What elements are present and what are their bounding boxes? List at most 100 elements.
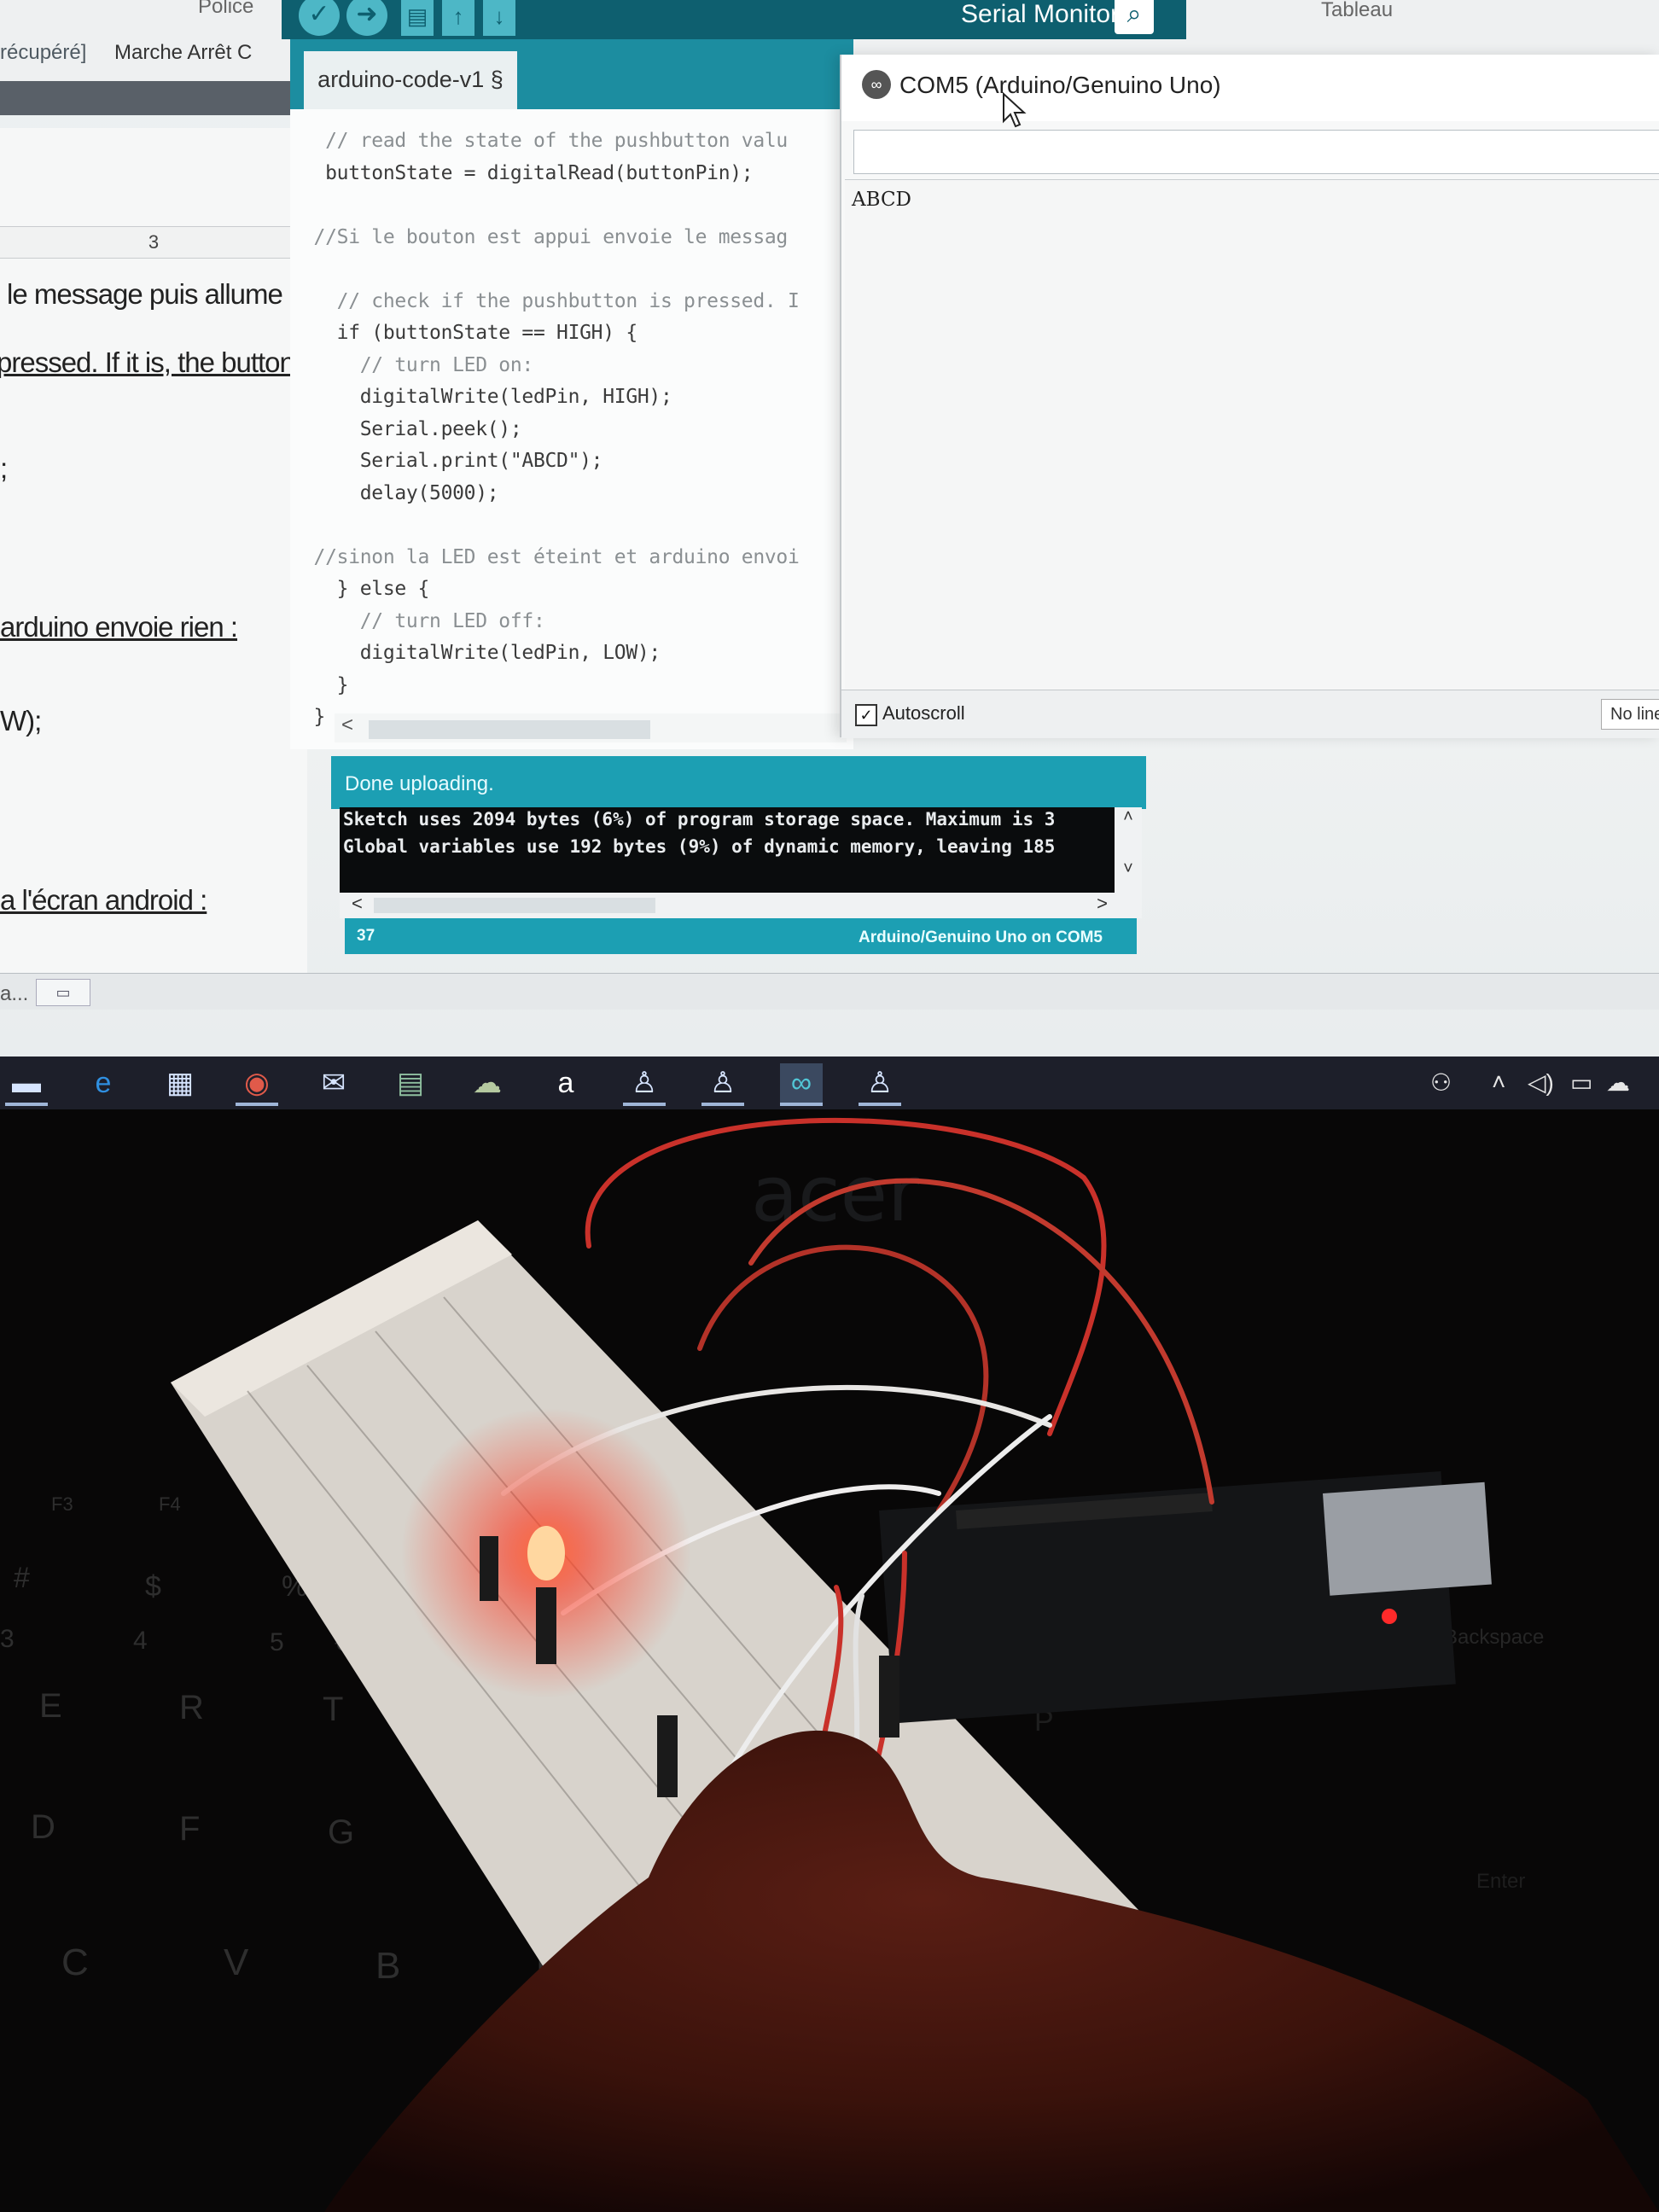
scroll-up-icon[interactable]: ˄ [1115, 807, 1142, 827]
svg-text:V: V [224, 1941, 249, 1983]
code-line: // turn LED on: [302, 353, 534, 376]
people-icon[interactable]: ⚇ [1430, 1068, 1452, 1097]
word-tab-marche-arret[interactable]: Marche Arrêt C [114, 41, 252, 65]
console-line: Sketch uses 2094 bytes (6%) of program s… [343, 809, 1056, 830]
console-horizontal-scrollbar[interactable]: < > [340, 893, 1142, 918]
tux-blue-icon[interactable]: ♙ [859, 1063, 901, 1106]
edge-icon[interactable]: e [82, 1063, 125, 1103]
autoscroll-checkbox[interactable]: ✓ [855, 704, 877, 726]
scroll-left-icon[interactable]: < [352, 893, 363, 915]
serial-output-area: ABCD [845, 179, 1659, 689]
sketch-tab[interactable]: arduino-code-v1 § [304, 51, 517, 109]
read-mode-icon[interactable]: ▭ [36, 979, 90, 1006]
doc-line: pressed. If it is, the button [0, 346, 295, 378]
svg-text:5: 5 [270, 1628, 284, 1656]
word-status-bar: a... ▭ [0, 973, 1659, 1010]
code-line: delay(5000); [302, 481, 499, 504]
code-line: if (buttonState == HIGH) { [302, 322, 638, 344]
code-line: } [302, 706, 326, 728]
svg-text:Backspace: Backspace [1444, 1626, 1544, 1649]
serial-send-input[interactable] [853, 130, 1659, 174]
amazon-icon[interactable]: a [544, 1063, 587, 1103]
svg-text:3: 3 [0, 1625, 15, 1653]
line-number: 37 [357, 927, 375, 945]
mouse-pointer-icon [1003, 92, 1027, 128]
code-line: //Si le bouton est appui envoie le messa… [302, 225, 789, 248]
file-explorer-icon[interactable]: ▬ [5, 1063, 48, 1106]
scroll-thumb[interactable] [369, 720, 650, 739]
laptop-screen: Police Tableau récupéré] Marche Arrêt C … [0, 0, 1659, 1109]
scroll-down-icon[interactable]: ˅ [1115, 859, 1142, 879]
serial-monitor-footer: ✓ Autoscroll No line [841, 690, 1659, 738]
onenote-icon[interactable]: ▤ [389, 1063, 432, 1103]
svg-text:C: C [61, 1941, 89, 1983]
ide-footer: 37 Arduino/Genuino Uno on COM5 [345, 918, 1137, 954]
svg-text:#: # [14, 1562, 30, 1594]
svg-text:G: G [328, 1813, 354, 1851]
code-line: // turn LED off: [302, 609, 545, 632]
line-ending-select[interactable]: No line [1601, 699, 1659, 730]
svg-text:F3: F3 [51, 1493, 73, 1515]
code-line: //sinon la LED est éteint et arduino env… [302, 545, 800, 568]
upload-icon[interactable]: ➜ [346, 0, 387, 36]
svg-text:F: F [179, 1810, 200, 1848]
svg-text:R: R [179, 1689, 204, 1726]
board-port-label: Arduino/Genuino Uno on COM5 [858, 928, 1103, 946]
code-line: // check if the pushbutton is pressed. I [302, 289, 800, 312]
doc-line: arduino envoie rien : [0, 611, 238, 643]
physical-scene: acer F3 F4 # $ % 3 4 5 € E R T D F G H C… [0, 1109, 1659, 2212]
svg-text:Enter: Enter [1476, 1870, 1525, 1893]
windows-taskbar: ▬ e ▦ ◉ ✉ ▤ ☁ a ♙ ♙ ∞ ♙ ⚇ ˄ ◁) ▭ ☁ [0, 1057, 1659, 1109]
editor-horizontal-scrollbar[interactable]: < [335, 713, 847, 742]
chrome-icon[interactable]: ◉ [236, 1063, 278, 1106]
serial-monitor-titlebar: ∞ COM5 (Arduino/Genuino Uno) [841, 55, 1659, 121]
console-line: Global variables use 192 bytes (9%) of d… [343, 836, 1056, 857]
volume-icon[interactable]: ◁) [1528, 1068, 1554, 1097]
ribbon-police-label[interactable]: Police [198, 0, 253, 19]
doc-line: a l'écran android : [0, 884, 207, 916]
new-file-icon[interactable]: ▤ [401, 0, 434, 36]
photos-icon[interactable]: ☁ [466, 1063, 509, 1103]
tux-icon[interactable]: ♙ [623, 1063, 666, 1106]
status-text: a... [0, 982, 29, 1005]
red-led [527, 1526, 565, 1580]
word-tab-recupere[interactable]: récupéré] [0, 41, 86, 65]
battery-icon[interactable]: ▭ [1570, 1068, 1592, 1097]
code-line: Serial.peek(); [302, 417, 522, 440]
svg-text:4: 4 [133, 1627, 148, 1655]
svg-text:D: D [31, 1808, 55, 1846]
save-file-icon[interactable]: ↓ [483, 0, 515, 36]
svg-text:$: $ [145, 1570, 161, 1603]
code-line: buttonState = digitalRead(buttonPin); [302, 161, 754, 184]
code-line: digitalWrite(ledPin, LOW); [302, 642, 661, 664]
code-editor[interactable]: // read the state of the pushbutton valu… [290, 109, 853, 749]
serial-monitor-window: ∞ COM5 (Arduino/Genuino Uno) ABCD ✓ Auto… [840, 55, 1659, 738]
code-line: // read the state of the pushbutton valu [302, 130, 788, 152]
doc-line: ; [0, 452, 8, 484]
code-line: } else { [302, 578, 430, 600]
svg-text:F4: F4 [159, 1493, 181, 1515]
arduino-logo-icon: ∞ [862, 70, 891, 99]
open-file-icon[interactable]: ↑ [442, 0, 474, 36]
code-line: digitalWrite(ledPin, HIGH); [302, 386, 672, 408]
mail-icon[interactable]: ✉ [312, 1063, 355, 1103]
scroll-left-icon[interactable]: < [341, 713, 353, 737]
code-line: Serial.print("ABCD"); [302, 450, 603, 472]
doc-line: le message puis allume [7, 278, 283, 310]
serial-output-text: ABCD [852, 189, 911, 211]
scroll-thumb[interactable] [374, 898, 655, 913]
store-icon[interactable]: ▦ [159, 1063, 201, 1103]
onedrive-icon[interactable]: ☁ [1606, 1068, 1630, 1097]
serial-monitor-button[interactable]: ⌕ [1115, 0, 1154, 34]
verify-icon[interactable]: ✓ [299, 0, 340, 36]
doc-line: W); [0, 705, 42, 736]
console-vertical-scrollbar[interactable]: ˄ ˅ [1115, 807, 1142, 896]
word-toolbar-strip [0, 81, 290, 115]
arduino-taskbar-icon[interactable]: ∞ [780, 1063, 823, 1106]
ribbon-tableau-label[interactable]: Tableau [1321, 0, 1393, 22]
tray-chevron-icon[interactable]: ˄ [1492, 1068, 1505, 1096]
breadboard-photo: acer F3 F4 # $ % 3 4 5 € E R T D F G H C… [0, 1109, 1659, 2212]
tux-hat-icon[interactable]: ♙ [701, 1063, 744, 1106]
serial-monitor-title: COM5 (Arduino/Genuino Uno) [899, 72, 1221, 98]
scroll-right-icon[interactable]: > [1097, 893, 1108, 915]
